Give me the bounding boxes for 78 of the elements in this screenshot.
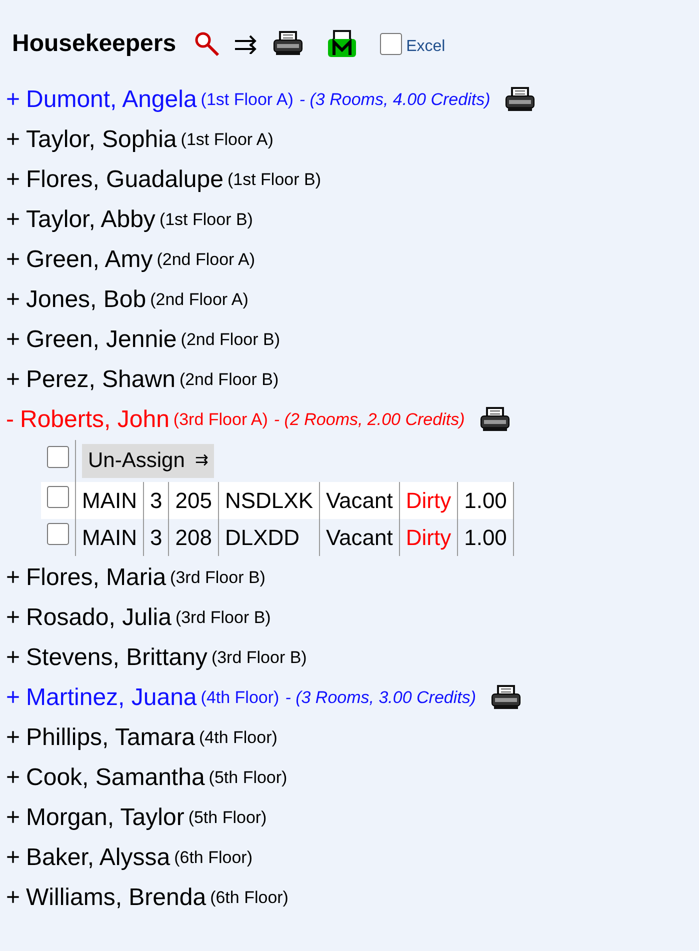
toggle-link[interactable]: + [6,800,20,836]
room-summary: - (3 Rooms, 3.00 Credits) [285,686,476,709]
toggle-link[interactable]: + [6,600,20,636]
housekeeper-name[interactable]: Cook, Samantha [26,760,205,796]
printer-icon[interactable] [504,87,536,113]
floor-label: (3rd Floor A) [173,409,268,432]
page-title: Housekeepers [12,29,176,59]
housekeeper-name[interactable]: Baker, Alyssa [26,840,170,876]
printer-icon[interactable] [478,407,511,433]
search-icon[interactable] [194,31,220,57]
toggle-link[interactable]: + [6,242,20,278]
housekeeper-name[interactable]: Taylor, Abby [26,202,156,238]
floor-label: (5th Floor) [188,806,267,829]
checkbox[interactable] [47,446,69,468]
toggle-link[interactable]: + [6,282,20,318]
floor-label: (4th Floor) [198,726,278,749]
floor-label: (6th Floor) [174,846,253,869]
toggle-link[interactable]: + [6,840,20,876]
toggle-link[interactable]: + [6,362,20,398]
floor-label: (3rd Floor B) [175,606,271,629]
table-cell: Vacant [320,518,400,556]
toggle-link[interactable]: - [6,402,14,438]
floor-label: (1st Floor B) [159,209,253,232]
double-arrow-icon[interactable] [234,34,258,54]
toggle-link[interactable]: + [6,82,20,118]
table-cell: 1.00 [458,518,514,556]
floor-label: (1st Floor B) [227,169,321,192]
floor-label: (2nd Floor A) [150,289,248,312]
housekeeper-name[interactable]: Taylor, Sophia [26,122,177,158]
table-cell: 3 [144,518,169,556]
housekeeper-name[interactable]: Flores, Maria [26,560,166,596]
housekeeper-name[interactable]: Stevens, Brittany [26,640,208,676]
toggle-link[interactable]: + [6,162,20,198]
floor-label: (5th Floor) [208,766,288,789]
status-cell: Dirty [399,518,458,556]
toggle-link[interactable]: + [6,680,20,716]
housekeeper-name[interactable]: Dumont, Angela [26,82,197,118]
toggle-link[interactable]: + [6,880,20,916]
housekeeper-name[interactable]: Jones, Bob [26,282,146,318]
floor-label: (2nd Floor B) [179,369,279,392]
checkbox[interactable] [380,33,402,55]
floor-label: (6th Floor) [210,886,288,909]
floor-label: (1st Floor A) [180,129,274,152]
checkbox[interactable] [47,522,69,544]
floor-label: (1st Floor A) [200,89,294,112]
toggle-link[interactable]: + [6,560,20,596]
toggle-link[interactable]: + [6,202,20,238]
housekeeper-name[interactable]: Martinez, Juana [26,680,197,716]
excel-label[interactable]: Excel [406,39,446,55]
table-cell: DLXDD [218,518,320,556]
toggle-link[interactable]: + [6,322,20,358]
housekeeper-name[interactable]: Flores, Guadalupe [26,162,224,198]
floor-label: (3rd Floor B) [211,646,307,669]
floor-label: (2nd Floor A) [156,249,255,272]
toggle-link[interactable]: + [6,122,20,158]
housekeeper-name[interactable]: Perez, Shawn [26,362,176,398]
toggle-link[interactable]: + [6,760,20,796]
housekeeper-name[interactable]: Rosado, Julia [26,600,172,636]
toggle-link[interactable]: + [6,640,20,676]
floor-label: (2nd Floor B) [180,329,280,352]
housekeeper-name[interactable]: Williams, Brenda [26,880,206,916]
floor-label: (4th Floor) [200,686,280,709]
housekeeper-name[interactable]: Roberts, John [20,402,170,438]
checkbox[interactable] [47,486,69,508]
printer-icon[interactable] [490,684,522,710]
table-cell: 208 [168,518,218,556]
floor-label: (3rd Floor B) [170,566,266,589]
room-summary: - (2 Rooms, 2.00 Credits) [274,409,465,432]
printer-m-icon[interactable] [326,30,358,58]
printer-icon[interactable] [272,31,304,57]
toggle-link[interactable]: + [6,720,20,756]
table-cell: MAIN [76,518,144,556]
housekeeper-name[interactable]: Morgan, Taylor [26,800,184,836]
housekeeper-name[interactable]: Green, Jennie [26,322,177,358]
housekeeper-name[interactable]: Green, Amy [26,242,153,278]
unassign-button[interactable]: Un-Assign ⇉ [82,444,214,478]
housekeeper-name[interactable]: Phillips, Tamara [26,720,195,756]
room-summary: - (3 Rooms, 4.00 Credits) [299,89,490,112]
